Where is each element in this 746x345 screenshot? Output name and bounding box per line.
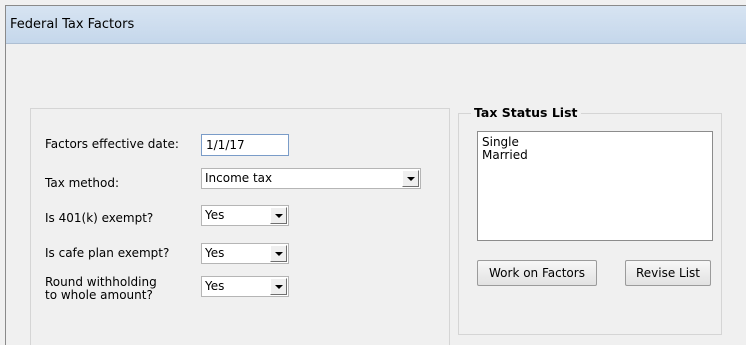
- tax-status-legend: Tax Status List: [471, 105, 581, 120]
- k401-exempt-select[interactable]: Yes: [201, 205, 289, 226]
- effective-date-input[interactable]: [201, 134, 289, 156]
- chevron-down-icon[interactable]: [270, 207, 287, 224]
- tax-method-label: Tax method:: [45, 176, 119, 190]
- chevron-down-icon[interactable]: [270, 245, 287, 262]
- round-withholding-label: Round withholding to whole amount?: [45, 275, 157, 302]
- effective-date-label: Factors effective date:: [45, 137, 179, 151]
- work-on-factors-button[interactable]: Work on Factors: [477, 260, 597, 286]
- k401-exempt-label: Is 401(k) exempt?: [45, 211, 154, 225]
- revise-list-button[interactable]: Revise List: [625, 260, 711, 286]
- round-withholding-select[interactable]: Yes: [201, 276, 289, 297]
- cafe-exempt-select[interactable]: Yes: [201, 243, 289, 264]
- tax-status-list[interactable]: Single Married: [477, 131, 713, 241]
- chevron-down-icon[interactable]: [270, 278, 287, 295]
- round-withholding-value: Yes: [205, 279, 225, 293]
- k401-exempt-value: Yes: [205, 208, 225, 222]
- title-bar: Federal Tax Factors: [6, 6, 746, 44]
- cafe-exempt-label: Is cafe plan exempt?: [45, 246, 170, 260]
- list-item[interactable]: Married: [478, 149, 712, 162]
- cafe-exempt-value: Yes: [205, 246, 225, 260]
- chevron-down-icon[interactable]: [402, 170, 419, 187]
- tax-method-value: Income tax: [205, 171, 273, 185]
- window-title: Federal Tax Factors: [10, 17, 135, 32]
- tax-method-select[interactable]: Income tax: [201, 168, 421, 189]
